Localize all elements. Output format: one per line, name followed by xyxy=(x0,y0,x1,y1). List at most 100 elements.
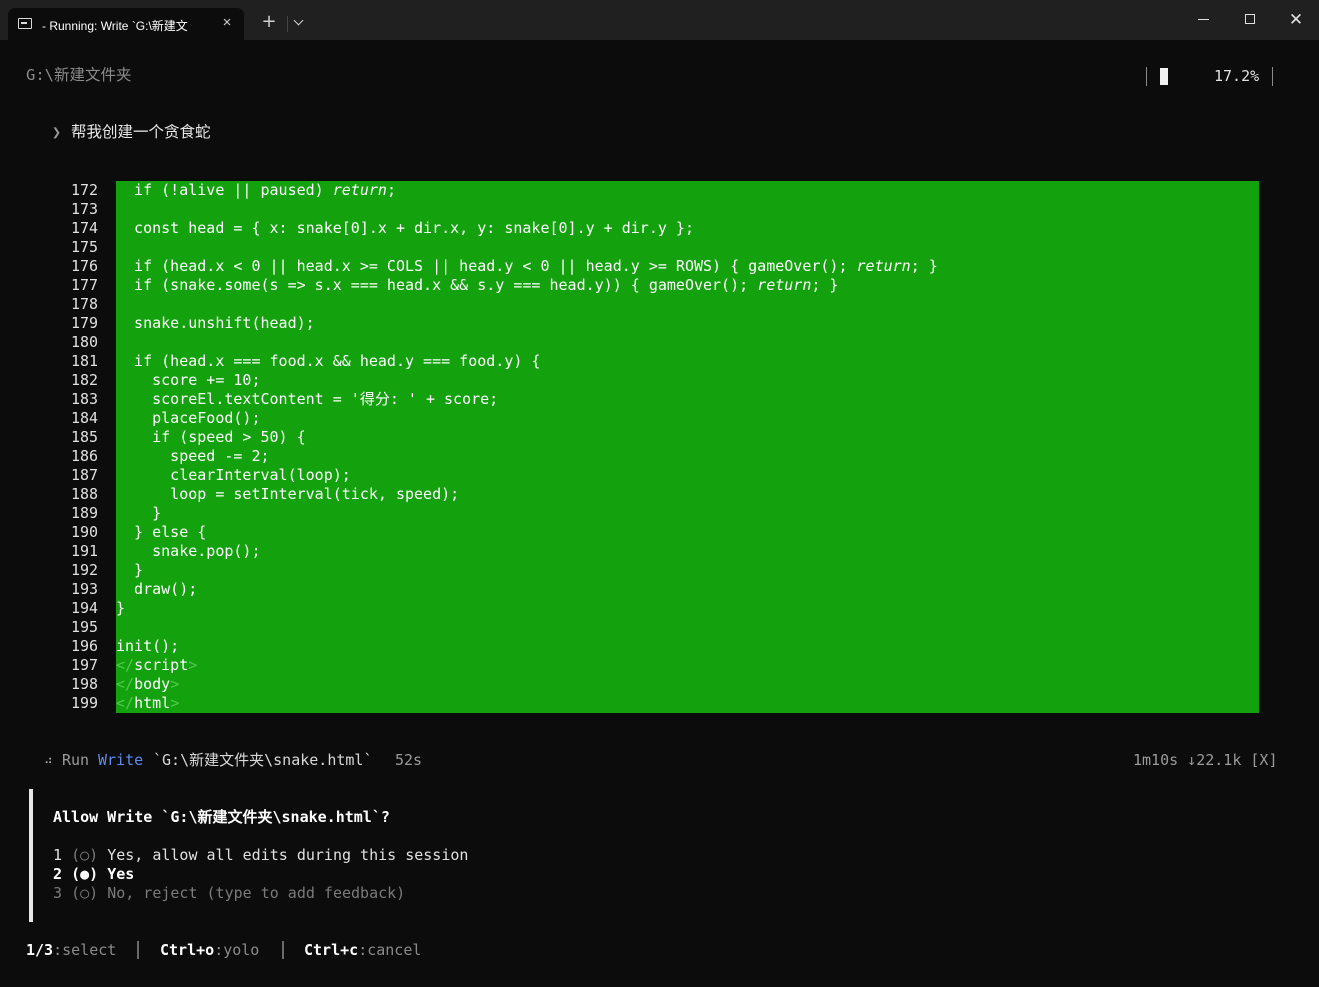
code-line: snake.pop(); xyxy=(116,542,261,560)
line-number: 180 xyxy=(71,333,99,351)
line-number: 173 xyxy=(71,200,99,218)
code-line: init(); xyxy=(116,637,180,655)
line-number: 187 xyxy=(71,466,99,484)
line-number: 194 xyxy=(71,599,99,617)
line-number: 199 xyxy=(71,694,99,712)
line-number: 175 xyxy=(71,238,99,256)
code-line: draw(); xyxy=(116,580,198,598)
code-line: if (snake.some(s => s.x === head.x && s.… xyxy=(116,276,839,294)
run-label: Run xyxy=(62,751,90,769)
progress-right-bracket xyxy=(1272,67,1273,86)
line-number: 186 xyxy=(71,447,99,465)
line-number: 182 xyxy=(71,371,99,389)
hint-yolo: Ctrl+o:yolo xyxy=(160,941,259,960)
chevron-down-icon[interactable] xyxy=(292,14,306,32)
elapsed-time: 52s xyxy=(395,751,423,769)
code-line: </html> xyxy=(116,694,180,712)
line-number: 191 xyxy=(71,542,99,560)
new-tab-icon[interactable]: + xyxy=(259,12,279,32)
line-number: 176 xyxy=(71,257,99,275)
line-number: 193 xyxy=(71,580,99,598)
line-number: 172 xyxy=(71,181,99,199)
radio-selected-icon: (●) xyxy=(71,865,99,883)
line-number: 197 xyxy=(71,656,99,674)
progress-percent: 17.2% xyxy=(1214,67,1260,85)
permission-question: Allow Write `G:\新建文件夹\snake.html`? xyxy=(53,808,390,826)
progress-left-bracket xyxy=(1146,67,1147,86)
code-line: const head = { x: snake[0].x + dir.x, y:… xyxy=(116,219,694,237)
spinner-icon: ⠴ xyxy=(44,753,53,767)
hint-divider xyxy=(282,941,284,959)
line-number: 184 xyxy=(71,409,99,427)
line-number: 177 xyxy=(71,276,99,294)
hint-action: :select xyxy=(53,941,117,959)
option-reject[interactable]: 3 (○) No, reject (type to add feedback) xyxy=(53,884,405,903)
minimize-icon[interactable] xyxy=(1192,8,1216,32)
title-bar: - Running: Write `G:\新建文 × + ✕ xyxy=(0,0,1319,40)
code-line: if (!alive || paused) return; xyxy=(116,181,396,199)
hint-key: 1/3 xyxy=(26,941,54,959)
radio-icon: (○) xyxy=(71,884,99,902)
line-number: 178 xyxy=(71,295,99,313)
hint-key: Ctrl+c xyxy=(304,941,359,959)
line-number: 190 xyxy=(71,523,99,541)
line-number: 192 xyxy=(71,561,99,579)
line-number: 189 xyxy=(71,504,99,522)
line-number: 183 xyxy=(71,390,99,408)
option-allow-session[interactable]: 1 (○) Yes, allow all edits during this s… xyxy=(53,846,468,865)
code-line: snake.unshift(head); xyxy=(116,314,315,332)
line-number: 179 xyxy=(71,314,99,332)
code-line: } xyxy=(116,504,162,522)
line-number: 174 xyxy=(71,219,99,237)
option-yes[interactable]: 2 (●) Yes xyxy=(53,865,134,884)
line-number: 188 xyxy=(71,485,99,503)
code-line: loop = setInterval(tick, speed); xyxy=(116,485,460,503)
hint-action: :yolo xyxy=(214,941,260,959)
terminal-tab[interactable]: - Running: Write `G:\新建文 × xyxy=(8,8,244,40)
code-line: } xyxy=(116,561,144,579)
code-line: if (head.x === food.x && head.y === food… xyxy=(116,352,541,370)
user-prompt: 帮我创建一个贪食蛇 xyxy=(71,123,211,141)
line-number: 198 xyxy=(71,675,99,693)
code-line: } xyxy=(116,599,126,617)
progress-fill xyxy=(1160,68,1168,85)
tab-divider xyxy=(287,16,288,32)
option-label: Yes xyxy=(107,865,135,883)
tab-close-icon[interactable]: × xyxy=(218,14,236,32)
hint-action: :cancel xyxy=(358,941,422,959)
terminal-icon xyxy=(18,18,32,29)
hint-select: 1/3:select xyxy=(26,941,116,960)
code-line: </script> xyxy=(116,656,198,674)
code-line: scoreEl.textContent = '得分: ' + score; xyxy=(116,390,499,408)
maximize-icon[interactable] xyxy=(1238,8,1262,32)
prompt-chevron-icon: ❯ xyxy=(52,123,62,141)
close-icon[interactable]: ✕ xyxy=(1284,8,1308,32)
option-number: 2 xyxy=(53,865,63,883)
permission-border xyxy=(29,789,33,922)
code-line: if (head.x < 0 || head.x >= COLS || head… xyxy=(116,257,938,275)
code-line: clearInterval(loop); xyxy=(116,466,351,484)
option-label: Yes, allow all edits during this session xyxy=(107,846,469,864)
code-line: } else { xyxy=(116,523,207,541)
option-label: No, reject (type to add feedback) xyxy=(107,884,406,902)
line-number: 196 xyxy=(71,637,99,655)
current-directory: G:\新建文件夹 xyxy=(26,66,132,84)
line-number: 195 xyxy=(71,618,99,636)
code-line: </body> xyxy=(116,675,180,693)
option-number: 1 xyxy=(53,846,63,864)
code-line: score += 10; xyxy=(116,371,261,389)
code-line: if (speed > 50) { xyxy=(116,428,306,446)
tool-path: `G:\新建文件夹\snake.html` xyxy=(153,751,373,769)
hint-key: Ctrl+o xyxy=(160,941,215,959)
code-line: speed -= 2; xyxy=(116,447,270,465)
line-number: 185 xyxy=(71,428,99,446)
code-line: placeFood(); xyxy=(116,409,261,427)
hint-divider xyxy=(137,941,139,959)
radio-icon: (○) xyxy=(71,846,99,864)
hint-cancel: Ctrl+c:cancel xyxy=(304,941,421,960)
option-number: 3 xyxy=(53,884,63,902)
tool-name: Write xyxy=(98,751,144,769)
tab-title: - Running: Write `G:\新建文 xyxy=(42,19,188,33)
line-number: 181 xyxy=(71,352,99,370)
run-stats: 1m10s ↓22.1k [X] xyxy=(1133,751,1278,769)
